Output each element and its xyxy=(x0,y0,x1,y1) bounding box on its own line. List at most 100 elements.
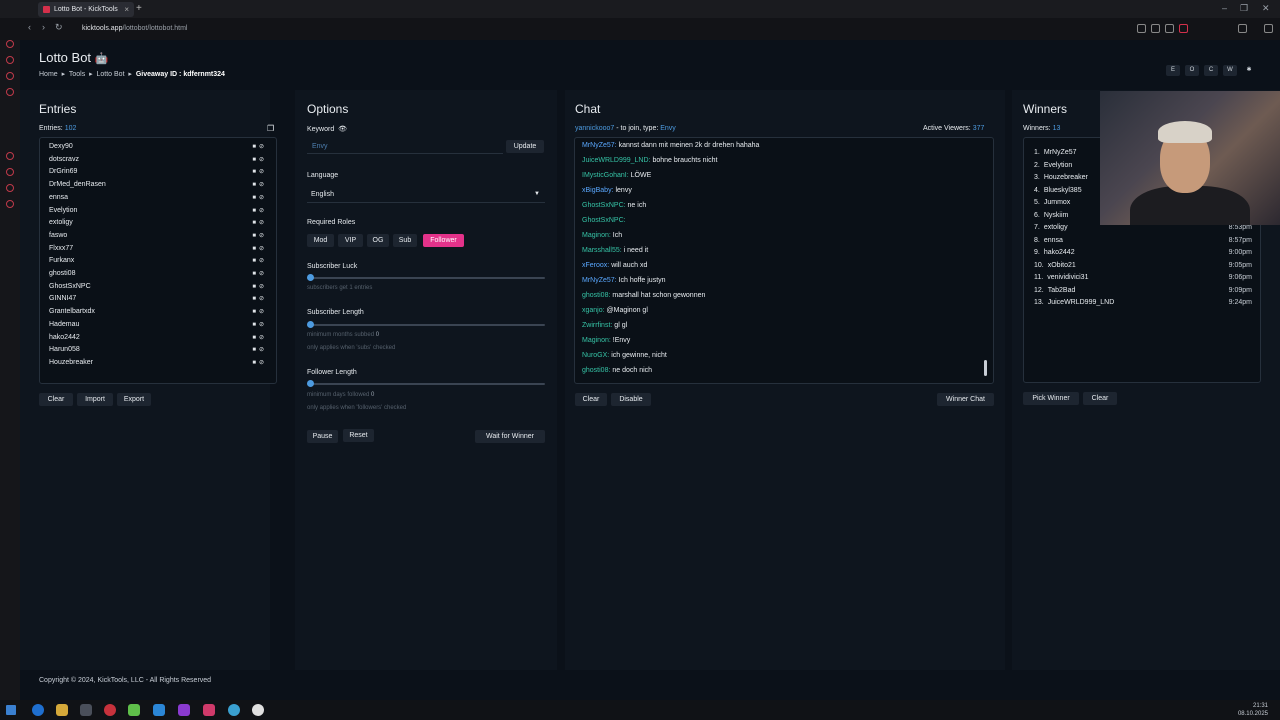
subscriber-length-knob[interactable] xyxy=(307,321,314,328)
chat-clear-button[interactable]: Clear xyxy=(575,393,607,406)
entry-remove-block-icons[interactable]: ■⊘ xyxy=(252,295,267,302)
app-icon[interactable] xyxy=(252,704,264,716)
close-tab-icon[interactable]: × xyxy=(124,2,129,17)
chat-username[interactable]: GhostSxNPC: xyxy=(582,217,626,224)
chevron-down-icon[interactable]: ▼ xyxy=(534,191,540,197)
entry-remove-block-icons[interactable]: ■⊘ xyxy=(252,346,267,353)
chat-username[interactable]: JuiceWRLD999_LND: xyxy=(582,157,650,164)
download-icon[interactable] xyxy=(1238,24,1247,33)
pick-winner-button[interactable]: Pick Winner xyxy=(1023,392,1079,405)
app-icon[interactable] xyxy=(153,704,165,716)
winner-chat-button[interactable]: Winner Chat xyxy=(937,393,994,406)
wait-for-winner-button[interactable]: Wait for Winner xyxy=(475,430,545,443)
back-icon[interactable]: ‹ xyxy=(28,22,31,32)
entry-remove-block-icons[interactable]: ■⊘ xyxy=(252,308,267,315)
subscriber-length-slider[interactable] xyxy=(307,324,545,326)
sidebar-app-icon[interactable] xyxy=(6,184,14,192)
entry-remove-block-icons[interactable]: ■⊘ xyxy=(252,207,267,214)
entries-export-button[interactable]: Export xyxy=(117,393,151,406)
app-icon[interactable] xyxy=(128,704,140,716)
chat-username[interactable]: xganjo: xyxy=(582,307,605,314)
role-mod-button[interactable]: Mod xyxy=(307,234,334,247)
browser-tab[interactable]: Lotto Bot - KickTools × xyxy=(38,2,134,17)
zoom-icon[interactable] xyxy=(1137,24,1146,33)
chat-username[interactable]: Maginon: xyxy=(582,337,611,344)
chat-username[interactable]: GhostSxNPC: xyxy=(582,202,626,209)
reload-icon[interactable]: ↻ xyxy=(55,22,63,33)
breadcrumb-lotto-bot[interactable]: Lotto Bot xyxy=(97,71,125,78)
app-icon[interactable] xyxy=(178,704,190,716)
entries-import-button[interactable]: Import xyxy=(77,393,113,406)
entry-remove-block-icons[interactable]: ■⊘ xyxy=(252,321,267,328)
entry-remove-block-icons[interactable]: ■⊘ xyxy=(252,270,267,277)
follower-length-slider[interactable] xyxy=(307,383,545,385)
entry-remove-block-icons[interactable]: ■⊘ xyxy=(252,359,267,366)
role-follower-button[interactable]: Follower xyxy=(423,234,464,247)
pause-button[interactable]: Pause xyxy=(307,430,338,443)
chat-username[interactable]: Marsshall55: xyxy=(582,247,622,254)
sidebar-app-icon[interactable] xyxy=(6,40,14,48)
chat-disable-button[interactable]: Disable xyxy=(611,393,651,406)
chat-username[interactable]: ghosti08: xyxy=(582,367,610,374)
minimize-icon[interactable]: – xyxy=(1222,3,1227,13)
forward-icon[interactable]: › xyxy=(42,22,45,32)
restore-icon[interactable]: ❐ xyxy=(1240,3,1248,14)
sidebar-app-icon[interactable] xyxy=(6,200,14,208)
role-sub-button[interactable]: Sub xyxy=(393,234,417,247)
explorer-icon[interactable] xyxy=(56,704,68,716)
chat-username[interactable]: xFeroox: xyxy=(582,262,609,269)
reset-button[interactable]: Reset xyxy=(343,429,374,442)
entry-remove-block-icons[interactable]: ■⊘ xyxy=(252,283,267,290)
follower-length-knob[interactable] xyxy=(307,380,314,387)
chat-mode-button[interactable]: C xyxy=(1204,65,1218,76)
chat-username[interactable]: Maginon: xyxy=(582,232,611,239)
bookmark-icon[interactable] xyxy=(1151,24,1160,33)
close-window-icon[interactable]: ✕ xyxy=(1262,3,1270,14)
entries-clear-button[interactable]: Clear xyxy=(39,393,73,406)
extension-icon[interactable] xyxy=(1179,24,1188,33)
role-vip-button[interactable]: VIP xyxy=(338,234,363,247)
entry-remove-block-icons[interactable]: ■⊘ xyxy=(252,232,267,239)
subscriber-luck-slider[interactable] xyxy=(307,277,545,279)
chat-username[interactable]: Zwirrfinst: xyxy=(582,322,612,329)
chat-username[interactable]: MrNyZe57: xyxy=(582,142,617,149)
entry-remove-block-icons[interactable]: ■⊘ xyxy=(252,181,267,188)
chat-username[interactable]: IMysticGohanI: xyxy=(582,172,629,179)
screenshot-icon[interactable] xyxy=(1165,24,1174,33)
keyword-input[interactable]: Envy xyxy=(312,143,328,150)
new-tab-icon[interactable]: + xyxy=(136,3,142,14)
entry-remove-block-icons[interactable]: ■⊘ xyxy=(252,245,267,252)
start-icon[interactable] xyxy=(6,705,16,715)
entry-remove-block-icons[interactable]: ■⊘ xyxy=(252,194,267,201)
sidebar-app-icon[interactable] xyxy=(6,88,14,96)
sidebar-app-icon[interactable] xyxy=(6,56,14,64)
entries-list[interactable]: Dexy90 ■⊘ dotscravz ■⊘ DrGrin69 ■⊘ DrMed_denRa… xyxy=(39,137,277,384)
chat-username[interactable]: xBigBaby: xyxy=(582,187,614,194)
winners-clear-button[interactable]: Clear xyxy=(1083,392,1117,405)
subscriber-luck-knob[interactable] xyxy=(307,274,314,281)
role-og-button[interactable]: OG xyxy=(367,234,389,247)
winners-mode-button[interactable]: W xyxy=(1223,65,1237,76)
theme-toggle-icon[interactable]: ✱ xyxy=(1242,65,1256,76)
opera-icon[interactable] xyxy=(104,704,116,716)
sidebar-app-icon[interactable] xyxy=(6,168,14,176)
copy-entries-icon[interactable]: ❐ xyxy=(267,124,274,133)
entry-remove-block-icons[interactable]: ■⊘ xyxy=(252,156,267,163)
chat-username[interactable]: NuroGX: xyxy=(582,352,609,359)
menu-icon[interactable] xyxy=(1264,24,1273,33)
language-select[interactable]: English xyxy=(311,191,334,198)
edit-mode-button[interactable]: E xyxy=(1166,65,1180,76)
url-field[interactable]: kicktools.app/lottobot/lottobot.html xyxy=(70,21,1120,37)
system-clock[interactable]: 21:31 08.10.2025 xyxy=(1238,702,1268,718)
entry-remove-block-icons[interactable]: ■⊘ xyxy=(252,143,267,150)
app-icon[interactable] xyxy=(228,704,240,716)
entry-remove-block-icons[interactable]: ■⊘ xyxy=(252,257,267,264)
edge-icon[interactable] xyxy=(32,704,44,716)
sidebar-app-icon[interactable] xyxy=(6,72,14,80)
sidebar-app-icon[interactable] xyxy=(6,152,14,160)
entry-remove-block-icons[interactable]: ■⊘ xyxy=(252,168,267,175)
app-icon[interactable] xyxy=(203,704,215,716)
chat-username[interactable]: MrNyZe57: xyxy=(582,277,617,284)
chat-scrollbar[interactable] xyxy=(984,360,987,376)
breadcrumb-tools[interactable]: Tools xyxy=(69,71,85,78)
